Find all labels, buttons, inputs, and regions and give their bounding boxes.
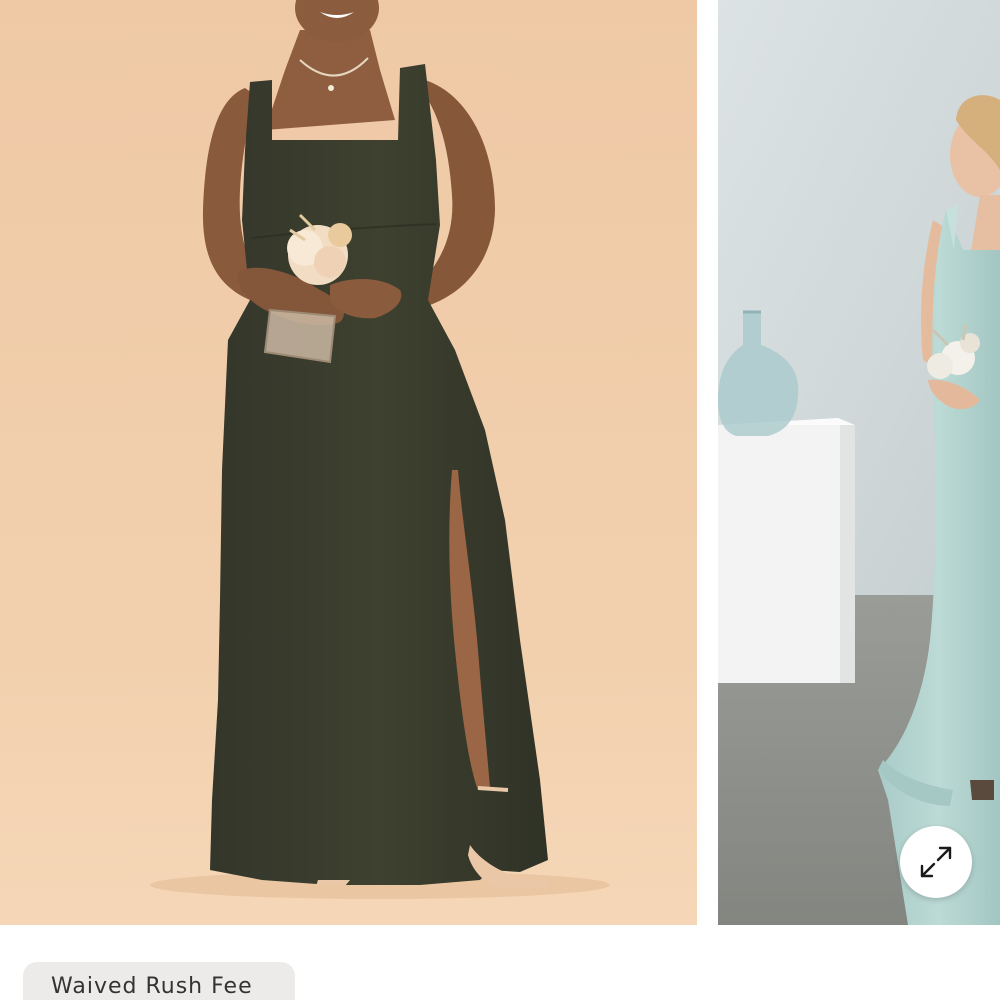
olive-gown-photo — [0, 0, 697, 925]
product-image-slide-1[interactable] — [0, 0, 697, 925]
waived-rush-fee-badge: Waived Rush Fee — [23, 962, 295, 1000]
expand-arrows-icon — [920, 846, 952, 878]
product-page: Waived Rush Fee — [0, 0, 1000, 1000]
product-image-slide-2[interactable] — [718, 0, 1000, 925]
expand-image-button[interactable] — [900, 826, 972, 898]
badge-label: Waived Rush Fee — [51, 974, 253, 999]
product-image-carousel[interactable] — [0, 0, 1000, 925]
sage-gown-photo — [718, 0, 1000, 925]
